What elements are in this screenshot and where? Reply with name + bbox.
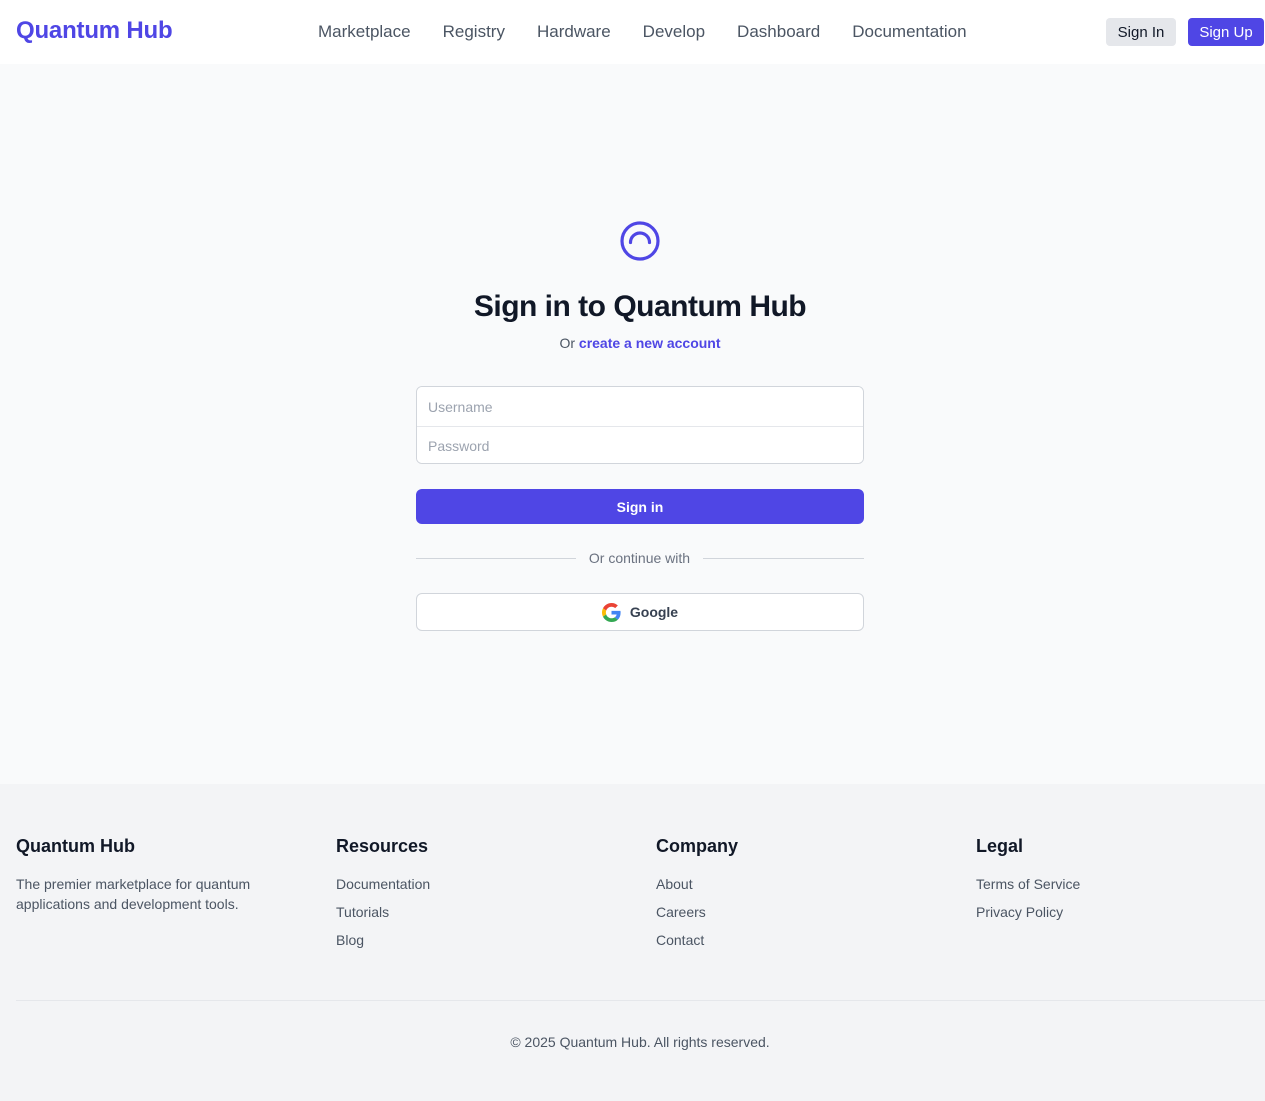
password-input[interactable] bbox=[417, 426, 863, 463]
credentials-fieldset bbox=[416, 386, 864, 464]
nav-item-develop[interactable]: Develop bbox=[643, 22, 705, 42]
copyright-text: © 2025 Quantum Hub. All rights reserved. bbox=[510, 1034, 770, 1050]
divider-label: Or continue with bbox=[588, 550, 691, 566]
footer-legal: Legal Terms of Service Privacy Policy bbox=[976, 836, 1080, 930]
footer-link-careers[interactable]: Careers bbox=[656, 904, 706, 920]
footer-description: The premier marketplace for quantum appl… bbox=[16, 876, 251, 912]
footer-about: Quantum Hub The premier marketplace for … bbox=[16, 836, 296, 914]
footer-link-terms[interactable]: Terms of Service bbox=[976, 876, 1080, 892]
create-account-link[interactable]: create a new account bbox=[579, 335, 721, 351]
header-sign-in-button[interactable]: Sign In bbox=[1106, 18, 1176, 46]
google-sign-in-button[interactable]: Google bbox=[416, 593, 864, 631]
top-navbar: Quantum Hub Marketplace Registry Hardwar… bbox=[0, 0, 1265, 64]
google-button-label: Google bbox=[629, 604, 679, 620]
signup-prompt: Or create a new account bbox=[0, 335, 1265, 351]
footer-heading-company: Company bbox=[656, 836, 739, 856]
footer-link-privacy[interactable]: Privacy Policy bbox=[976, 904, 1063, 920]
brand-logo[interactable]: Quantum Hub bbox=[16, 17, 173, 45]
sign-in-submit-button[interactable]: Sign in bbox=[416, 489, 864, 524]
site-footer: Quantum Hub The premier marketplace for … bbox=[0, 784, 1265, 1101]
nav-item-dashboard[interactable]: Dashboard bbox=[737, 22, 820, 42]
nav-item-registry[interactable]: Registry bbox=[443, 22, 505, 42]
nav-item-marketplace[interactable]: Marketplace bbox=[318, 22, 411, 42]
signup-prompt-prefix: Or bbox=[559, 335, 576, 351]
footer-heading-legal: Legal bbox=[976, 836, 1024, 856]
page-title: Sign in to Quantum Hub bbox=[473, 290, 807, 323]
footer-link-tutorials[interactable]: Tutorials bbox=[336, 904, 389, 920]
footer-resources: Resources Documentation Tutorials Blog bbox=[336, 836, 430, 958]
footer-link-blog[interactable]: Blog bbox=[336, 932, 364, 948]
footer-link-contact[interactable]: Contact bbox=[656, 932, 704, 948]
footer-brand: Quantum Hub bbox=[16, 836, 135, 856]
nav-item-documentation[interactable]: Documentation bbox=[852, 22, 966, 42]
quantum-circle-icon bbox=[620, 221, 660, 261]
divider-line bbox=[703, 558, 864, 559]
header-sign-up-button[interactable]: Sign Up bbox=[1188, 18, 1264, 46]
username-input[interactable] bbox=[417, 387, 863, 426]
footer-link-documentation[interactable]: Documentation bbox=[336, 876, 430, 892]
nav-item-hardware[interactable]: Hardware bbox=[537, 22, 611, 42]
divider-line bbox=[416, 558, 576, 559]
main-nav: Marketplace Registry Hardware Develop Da… bbox=[318, 22, 967, 42]
google-icon bbox=[601, 602, 621, 622]
footer-heading-resources: Resources bbox=[336, 836, 429, 856]
footer-divider bbox=[16, 1000, 1265, 1001]
footer-link-about[interactable]: About bbox=[656, 876, 693, 892]
footer-company: Company About Careers Contact bbox=[656, 836, 738, 958]
